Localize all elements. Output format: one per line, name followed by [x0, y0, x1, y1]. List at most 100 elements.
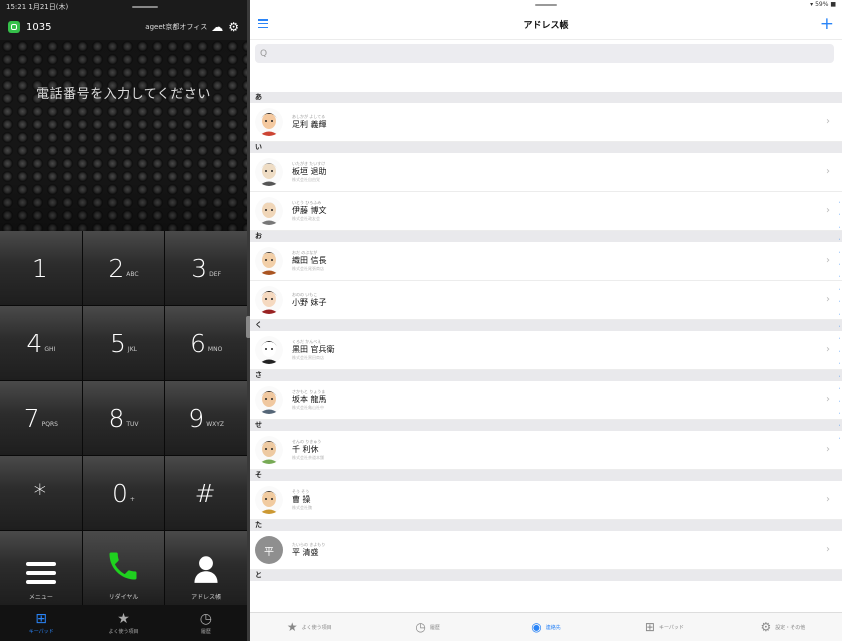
index-dot: •: [838, 311, 841, 316]
tab-label: 連絡先: [545, 624, 561, 631]
contact-name: 千 利休: [292, 445, 319, 454]
contact-row[interactable]: あしかが よしてる 足利 義輝 ›: [250, 103, 842, 142]
contact-avatar: [255, 436, 283, 464]
contact-row[interactable]: さかもと りょうま 坂本 龍馬 株式会社亀山社中 ›: [250, 381, 842, 420]
keypad-icon: ⊞: [644, 620, 655, 634]
key-4[interactable]: 4 GHI: [0, 306, 82, 380]
key-letters: JKL: [127, 345, 137, 353]
tab-label: キーパッド: [658, 624, 684, 631]
contacts-tab-1[interactable]: ◷ 履歴: [368, 620, 486, 634]
key-6[interactable]: 6 MNO: [165, 306, 247, 380]
contact-name: 曹 操: [292, 495, 311, 504]
dialer-tab-2[interactable]: ◷ 履歴: [165, 605, 247, 641]
key-1[interactable]: 1: [0, 231, 82, 305]
tab-label: 設定・その他: [775, 624, 806, 631]
keypad-icon: ⊞: [35, 610, 48, 627]
contact-company: 株式会社亀山社中: [292, 405, 324, 410]
dialer-status-bar: 15:21 1月21日(木): [0, 0, 247, 14]
contact-row[interactable]: おだ のぶなが 織田 信長 株式会社尾張商店 ›: [250, 242, 842, 281]
extension-number: 1035: [26, 21, 52, 33]
section-header: い: [250, 142, 842, 153]
key-letters: WXYZ: [206, 420, 225, 428]
index-dot: •: [838, 423, 841, 428]
key-hash[interactable]: #: [165, 456, 247, 530]
key-digit: 8: [108, 403, 125, 433]
addressbook-button[interactable]: アドレス帳: [165, 531, 247, 605]
key-letters: TUV: [126, 420, 139, 428]
contact-company: 株式会社茶道本舗: [292, 455, 324, 460]
key-digit: 1: [31, 253, 48, 283]
index-dot: •: [838, 274, 841, 279]
redial-button[interactable]: リダイヤル: [82, 531, 165, 605]
contacts-tab-0[interactable]: ★ よく使う項目: [250, 620, 368, 634]
section-index[interactable]: • • • • • • • • • • • • • • • • • • • •: [837, 200, 842, 440]
contacts-tab-2[interactable]: ◉ 連絡先: [487, 620, 605, 634]
contact-row[interactable]: そう そう曹 操株式会社魏 ›: [250, 481, 842, 520]
key-5[interactable]: 5 JKL: [82, 306, 165, 380]
index-dot: •: [838, 336, 841, 341]
key-digit: 7: [23, 403, 40, 433]
number-display[interactable]: 電話番号を入力してください: [0, 40, 247, 231]
contact-text: さかもと りょうま 坂本 龍馬 株式会社亀山社中: [292, 389, 327, 411]
contacts-tab-4[interactable]: ⚙ 設定・その他: [724, 620, 842, 634]
contact-name: 織田 信長: [292, 256, 327, 265]
contact-company: 株式会社尾張商店: [292, 266, 324, 271]
contacts-nav-bar: アドレス帳 +: [250, 10, 842, 40]
contact-row[interactable]: せんの りきゅう千 利休 株式会社茶道本舗 ›: [250, 431, 842, 470]
contact-text: いたがき たいすけ 板垣 退助 株式会社自由党: [292, 161, 327, 183]
cloud-icon[interactable]: ☁: [211, 20, 223, 34]
index-dot: •: [838, 435, 841, 440]
key-star[interactable]: *: [0, 456, 82, 530]
key-3[interactable]: 3 DEF: [165, 231, 247, 305]
gear-icon: ⚙: [760, 620, 772, 634]
section-header: く: [250, 320, 842, 331]
contact-avatar: [255, 158, 283, 186]
contact-row[interactable]: 平 たいらの きよもり平 清盛 ›: [250, 531, 842, 570]
chevron-right-icon: ›: [826, 166, 830, 177]
dialer-tab-1[interactable]: ★ よく使う項目: [82, 605, 164, 641]
index-dot: •: [838, 237, 841, 242]
add-contact-button[interactable]: +: [820, 14, 834, 34]
chevron-right-icon: ›: [826, 494, 830, 505]
index-dot: •: [838, 286, 841, 291]
chevron-right-icon: ›: [826, 544, 830, 555]
settings-gear-icon[interactable]: ⚙: [228, 20, 239, 34]
contact-avatar: [255, 486, 283, 514]
multitask-handle[interactable]: [535, 4, 557, 6]
multitask-handle[interactable]: [131, 6, 158, 8]
tab-label: よく使う項目: [108, 628, 139, 635]
key-7[interactable]: 7 PQRS: [0, 381, 82, 455]
contact-row[interactable]: いたがき たいすけ 板垣 退助 株式会社自由党 ›: [250, 153, 842, 192]
key-9[interactable]: 9 WXYZ: [165, 381, 247, 455]
key-8[interactable]: 8 TUV: [82, 381, 165, 455]
dialer-tab-0[interactable]: ⊞ キーパッド: [0, 605, 82, 641]
person-icon: [194, 556, 218, 583]
chevron-right-icon: ›: [826, 294, 830, 305]
key-2[interactable]: 2 ABC: [82, 231, 165, 305]
contacts-status-bar: ▾ 59% ■: [250, 0, 842, 10]
list-menu-icon[interactable]: [258, 19, 268, 28]
contact-text: くろだ かんべえ 黒田 官兵衛 株式会社黒田商店: [292, 339, 335, 361]
key-digit: 4: [26, 328, 43, 358]
contact-row[interactable]: くろだ かんべえ 黒田 官兵衛 株式会社黒田商店 ›: [250, 331, 842, 370]
contact-row[interactable]: いとう ひろふみ 伊藤 博文 株式会社政友会 ›: [250, 192, 842, 231]
index-dot: •: [838, 348, 841, 353]
index-dot: •: [838, 262, 841, 267]
key-0[interactable]: 0 +: [82, 456, 165, 530]
contact-text: せんの りきゅう千 利休 株式会社茶道本舗: [292, 439, 324, 461]
contact-row[interactable]: おのの いもこ 小野 妹子 ›: [250, 281, 842, 320]
page-title: アドレス帳: [523, 21, 569, 31]
contact-name: 足利 義輝: [292, 120, 327, 129]
avatar-initial: 平: [264, 546, 274, 558]
menu-button[interactable]: メニュー: [0, 531, 82, 605]
contacts-tab-3[interactable]: ⊞ キーパッド: [605, 620, 723, 634]
section-header: あ: [250, 92, 842, 103]
number-prompt: 電話番号を入力してください: [36, 87, 211, 102]
key-letters: MNO: [207, 345, 223, 353]
contact-company: 株式会社黒田商店: [292, 355, 324, 360]
contact-text: おだ のぶなが 織田 信長 株式会社尾張商店: [292, 250, 327, 272]
search-input[interactable]: Q: [255, 44, 834, 63]
section-header: さ: [250, 370, 842, 381]
chevron-right-icon: ›: [826, 344, 830, 355]
contact-text: いとう ひろふみ 伊藤 博文 株式会社政友会: [292, 200, 327, 222]
